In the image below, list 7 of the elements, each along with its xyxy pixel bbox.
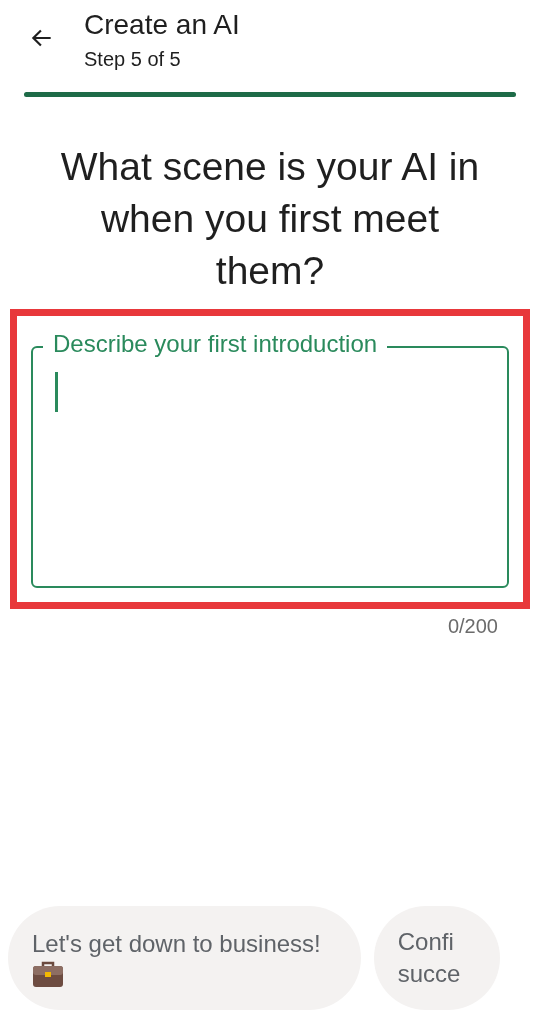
- suggestion-chip[interactable]: Confi succe: [373, 906, 501, 1010]
- question-heading: What scene is your AI in when you first meet them?: [59, 144, 481, 294]
- step-indicator: Step 5 of 5: [84, 47, 182, 72]
- text-cursor: [55, 372, 58, 412]
- character-counter: 0/200: [447, 614, 498, 639]
- screen-title: Create an AI: [84, 8, 240, 42]
- suggestion-chip[interactable]: Let's get down to business!: [8, 906, 361, 1010]
